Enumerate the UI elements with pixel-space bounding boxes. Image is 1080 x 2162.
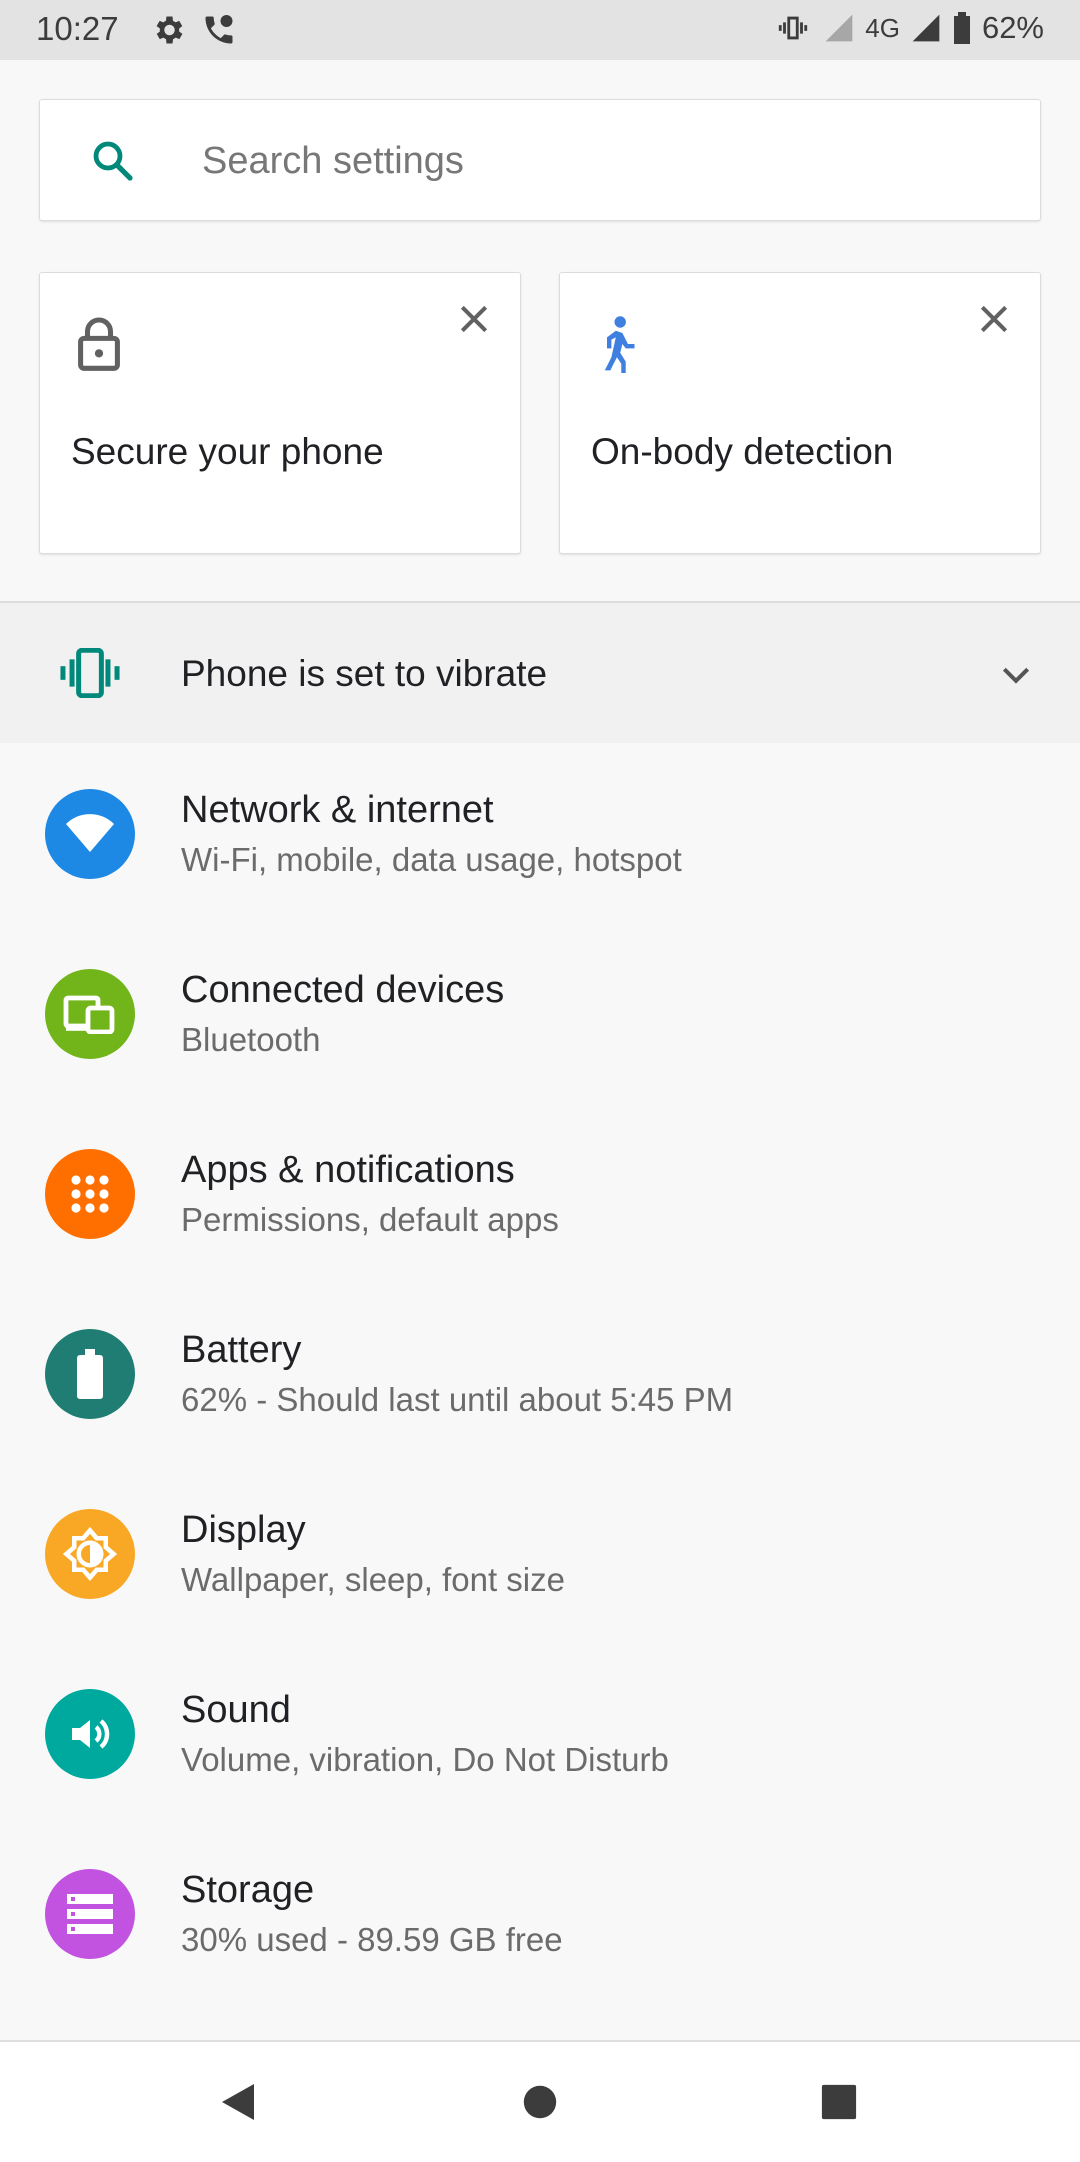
item-title: Network & internet [181, 789, 494, 831]
search-bar[interactable]: Search settings [39, 99, 1041, 221]
signal-strength-icon [910, 12, 942, 44]
item-title: Storage [181, 1869, 315, 1911]
settings-item-display[interactable]: Display Wallpaper, sleep, font size [0, 1463, 1080, 1643]
speaker-icon [45, 1689, 135, 1779]
item-title: Display [181, 1509, 306, 1551]
settings-item-apps[interactable]: Apps & notifications Permissions, defaul… [0, 1103, 1080, 1283]
devices-icon [45, 969, 135, 1059]
apps-grid-icon [45, 1149, 135, 1239]
item-subtitle: 30% used - 89.59 GB free [181, 1921, 563, 1958]
settings-item-network[interactable]: Network & internet Wi-Fi, mobile, data u… [0, 743, 1080, 923]
brightness-icon [45, 1509, 135, 1599]
item-subtitle: Wallpaper, sleep, font size [181, 1561, 565, 1598]
battery-percent: 62% [981, 10, 1044, 45]
settings-list: Network & internet Wi-Fi, mobile, data u… [0, 743, 1080, 2003]
item-title: Sound [181, 1689, 291, 1731]
vibrate-icon [773, 11, 813, 45]
wifi-icon [45, 789, 135, 879]
item-subtitle: Wi-Fi, mobile, data usage, hotspot [181, 841, 682, 878]
wifi-calling-icon [200, 12, 238, 53]
home-icon[interactable] [522, 2084, 558, 2125]
vibrate-icon [58, 647, 122, 703]
item-subtitle: 62% - Should last until about 5:45 PM [181, 1381, 734, 1418]
search-icon [88, 136, 136, 189]
suggestion-card-secure-phone[interactable]: Secure your phone [39, 272, 521, 554]
settings-item-sound[interactable]: Sound Volume, vibration, Do Not Disturb [0, 1643, 1080, 1823]
status-bar: 10:27 4G 62% [0, 0, 1080, 60]
suggestion-card-on-body-detection[interactable]: On-body detection [559, 272, 1041, 554]
item-title: Battery [181, 1329, 302, 1371]
suggestion-title: On-body detection [591, 431, 894, 472]
settings-item-battery[interactable]: Battery 62% - Should last until about 5:… [0, 1283, 1080, 1463]
dismiss-close-icon[interactable] [454, 299, 494, 339]
settings-item-connected-devices[interactable]: Connected devices Bluetooth [0, 923, 1080, 1103]
item-title: Apps & notifications [181, 1149, 515, 1191]
condition-vibrate[interactable]: Phone is set to vibrate [0, 603, 1080, 743]
item-subtitle: Volume, vibration, Do Not Disturb [181, 1741, 669, 1778]
gear-icon [150, 12, 186, 53]
status-time: 10:27 [36, 10, 119, 47]
dismiss-close-icon[interactable] [974, 299, 1014, 339]
signal-icon [823, 12, 855, 44]
storage-icon [45, 1869, 135, 1959]
back-icon[interactable] [218, 2082, 258, 2127]
battery-icon [45, 1329, 135, 1419]
settings-item-storage[interactable]: Storage 30% used - 89.59 GB free [0, 1823, 1080, 2003]
item-title: Connected devices [181, 969, 505, 1011]
lock-icon [76, 315, 122, 376]
network-type: 4G [865, 12, 900, 43]
battery-icon [952, 12, 972, 44]
suggestion-title: Secure your phone [71, 431, 384, 472]
walking-person-icon [596, 315, 640, 378]
recents-icon[interactable] [820, 2083, 858, 2126]
search-input[interactable]: Search settings [202, 140, 464, 183]
chevron-down-icon[interactable] [996, 655, 1036, 700]
item-subtitle: Bluetooth [181, 1021, 321, 1058]
navigation-bar [0, 2040, 1080, 2162]
condition-text: Phone is set to vibrate [181, 653, 548, 694]
item-subtitle: Permissions, default apps [181, 1201, 559, 1238]
